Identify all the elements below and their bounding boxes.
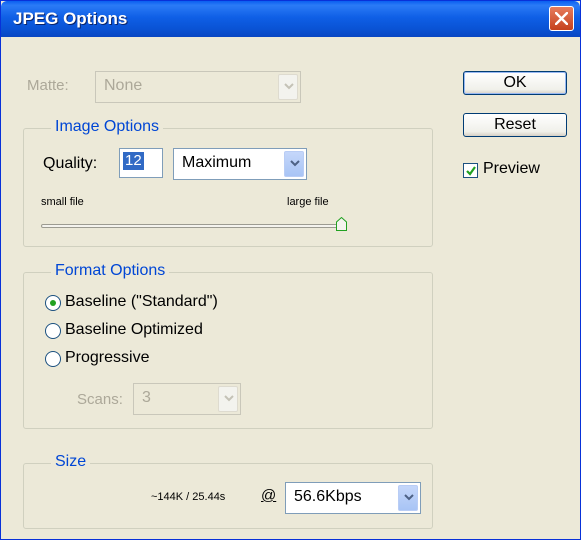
quality-value: 12 [123,152,144,170]
scans-dropdown-arrow[interactable] [218,386,238,412]
progressive-label[interactable]: Progressive [65,349,149,367]
download-speed-dropdown-arrow[interactable] [398,485,418,511]
chevron-down-icon [284,83,294,90]
quality-label: Quality: [43,155,98,172]
progressive-radio[interactable] [45,351,61,367]
image-options-group [23,128,433,247]
matte-value: None [104,77,143,94]
title-bar[interactable]: JPEG Options [1,1,580,37]
format-options-title: Format Options [51,262,170,280]
quality-input[interactable]: 12 [119,148,163,178]
preview-checkbox[interactable] [463,163,478,178]
quality-preset-select[interactable]: Maximum [173,148,307,180]
ok-button[interactable]: OK [463,71,567,95]
chevron-down-icon [404,494,414,501]
size-estimate: ~144K / 25.44s [151,491,226,503]
reset-button[interactable]: Reset [463,113,567,137]
matte-select[interactable]: None [95,71,301,103]
quality-slider-track[interactable] [41,224,343,228]
close-icon [555,12,568,25]
baseline-standard-label[interactable]: Baseline ("Standard") [65,293,218,311]
chevron-down-icon [290,160,300,167]
baseline-standard-radio[interactable] [45,295,61,311]
baseline-optimized-label[interactable]: Baseline Optimized [65,321,203,339]
jpeg-options-dialog: JPEG Options Matte: None Image Options Q… [0,0,581,540]
download-speed-value: 56.6Kbps [294,488,362,505]
checkmark-icon [466,166,476,176]
scans-label: Scans: [77,391,123,408]
scans-select[interactable]: 3 [133,383,241,415]
quality-preset-value: Maximum [182,154,252,171]
matte-label: Matte: [27,77,69,94]
close-button[interactable] [549,6,574,31]
quality-preset-dropdown-arrow[interactable] [284,151,304,177]
at-label: @ [261,487,277,504]
scans-value: 3 [142,389,151,406]
size-title: Size [51,453,91,471]
preview-label[interactable]: Preview [483,160,540,178]
image-options-title: Image Options [51,118,164,136]
matte-dropdown-arrow[interactable] [278,74,298,100]
small-file-label: small file [41,196,84,208]
quality-slider-thumb[interactable] [336,217,347,231]
baseline-optimized-radio[interactable] [45,323,61,339]
chevron-down-icon [224,395,234,402]
download-speed-select[interactable]: 56.6Kbps [285,482,421,514]
large-file-label: large file [287,196,329,208]
dialog-title: JPEG Options [13,9,128,28]
